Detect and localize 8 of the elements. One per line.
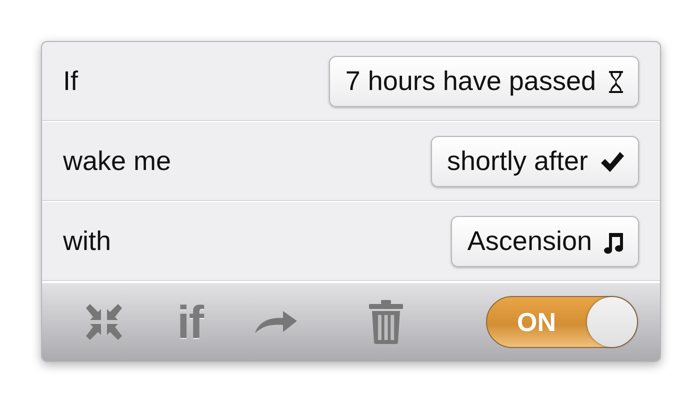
row-label: If xyxy=(63,66,78,97)
value-button[interactable]: shortly after xyxy=(430,136,639,187)
check-icon xyxy=(600,150,624,172)
value-button[interactable]: Ascension xyxy=(451,216,639,267)
row-label: wake me xyxy=(63,146,172,177)
hourglass-icon xyxy=(608,70,624,94)
row-label: with xyxy=(63,226,112,257)
value-button[interactable]: 7 hours have passed xyxy=(329,56,639,107)
